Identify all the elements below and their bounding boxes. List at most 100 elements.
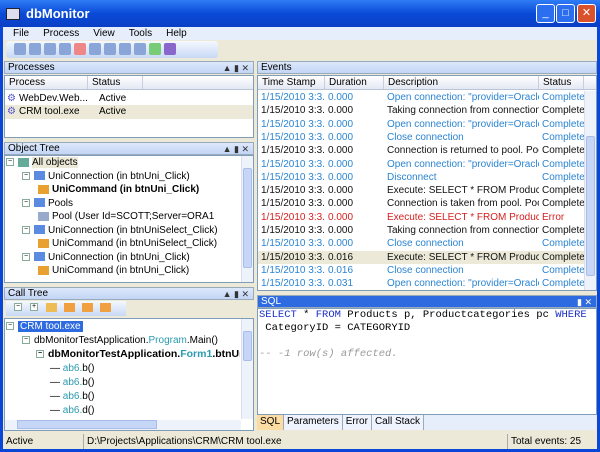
tree-node[interactable]: Pool (User Id=SCOTT;Server=ORA1 [38, 210, 214, 224]
minimize-button[interactable]: _ [536, 4, 555, 23]
event-row[interactable]: 1/15/2010 3:3... 0.000 Execute: SELECT * F… [258, 211, 584, 225]
events-columns: Time Stamp Duration Description Status [258, 76, 596, 90]
call-node[interactable]: — ab6.b() [50, 362, 94, 376]
process-status: Active [98, 93, 127, 104]
tree-node[interactable]: UniCommand (in btnUni_Click) [38, 264, 189, 278]
event-row[interactable]: 1/15/2010 3:3... 0.000 Close connection Com… [258, 131, 584, 145]
filter-icon[interactable] [119, 43, 131, 55]
sql-tabs: SQL Parameters Error Call Stack [257, 415, 596, 430]
col-process[interactable]: Process [5, 76, 88, 89]
option1-icon[interactable] [64, 303, 75, 312]
event-description: Connection is returned to pool. Pool ha.… [387, 145, 539, 157]
menu-tools[interactable]: Tools [129, 27, 152, 40]
call-node[interactable]: −dbMonitorTestApplication.Form1.btnUni_C… [36, 348, 240, 362]
call-node[interactable]: − dbMonitorTestApplication.Program.Main() [22, 334, 218, 348]
event-row[interactable]: 1/15/2010 3:3... 0.000 Open connection: "p… [258, 158, 584, 172]
event-status: Complete [542, 105, 584, 117]
col-timestamp[interactable]: Time Stamp [258, 76, 325, 89]
call-node[interactable]: — ab6.b() [50, 390, 94, 404]
pane-controls[interactable]: ▮ ✕ [577, 296, 592, 308]
menu-help[interactable]: Help [166, 27, 187, 40]
event-row[interactable]: 1/15/2010 3:3... 0.016 Execute: SELECT * F… [258, 250, 584, 265]
col-status[interactable]: Status [88, 76, 143, 89]
event-row[interactable]: 1/15/2010 3:3... 0.000 Open connection: "p… [258, 91, 584, 105]
delete-icon[interactable] [74, 43, 86, 55]
collapse-icon[interactable]: − [22, 171, 30, 180]
event-duration: 0.000 [328, 198, 354, 210]
tree-node[interactable]: − UniConnection (in btnUniSelect_Click) [22, 224, 218, 238]
view-icon[interactable] [104, 43, 116, 55]
object-tree-scrollbar[interactable] [241, 156, 253, 282]
collapse-icon[interactable]: − [22, 252, 30, 261]
collapse-icon[interactable]: − [14, 303, 22, 311]
clear-icon[interactable] [89, 43, 101, 55]
col-status[interactable]: Status [539, 76, 584, 89]
tab-parameters[interactable]: Parameters [284, 415, 343, 430]
event-row[interactable]: 1/15/2010 3:3... 0.000 Open connection: "p… [258, 118, 584, 132]
pane-title: Processes [8, 62, 55, 73]
process-row[interactable]: ⚙ CRM tool.exe Active [5, 105, 253, 119]
menu-process[interactable]: Process [43, 27, 79, 40]
tree-node[interactable]: − UniConnection (in btnUni_Click) [22, 251, 190, 265]
event-row[interactable]: 1/15/2010 3:3... 0.000 Disconnect Complete [258, 171, 584, 185]
node-icon [34, 171, 45, 181]
goto-icon[interactable] [46, 303, 57, 312]
tree-node[interactable]: − All objects [6, 156, 78, 170]
event-row[interactable]: 1/15/2010 3:3... 0.000 Connection is taken… [258, 197, 584, 211]
pane-title: Call Tree [8, 288, 49, 299]
col-duration[interactable]: Duration [325, 76, 384, 89]
tree-node[interactable]: UniCommand (in btnUniSelect_Click) [38, 237, 217, 251]
event-time: 1/15/2010 3:3... [261, 92, 325, 103]
sql-line-2: CategoryID = CATEGORYID [259, 322, 411, 334]
pause-icon[interactable] [59, 43, 71, 55]
process-row[interactable]: ⚙ WebDev.Web... Active [7, 92, 126, 106]
sql-comment: -- -1 row(s) affected. [259, 348, 398, 360]
call-node[interactable]: — ab6.d() [50, 404, 94, 418]
call-tree-hscroll[interactable] [5, 420, 241, 430]
close-button[interactable]: ✕ [577, 4, 596, 23]
event-duration: 0.000 [328, 131, 354, 143]
expand-icon[interactable]: + [30, 303, 38, 311]
event-duration: 0.031 [328, 278, 354, 290]
process-name: CRM tool.exe [18, 106, 80, 117]
event-duration: 0.000 [328, 158, 354, 170]
pane-controls[interactable]: ▲ ▮ ✕ [223, 62, 249, 74]
collapse-icon[interactable]: − [22, 198, 30, 207]
menu-file[interactable]: File [13, 27, 29, 40]
maximize-button[interactable]: □ [556, 4, 575, 23]
call-tree-root[interactable]: CRM tool.exe [18, 321, 83, 332]
tab-call-stack[interactable]: Call Stack [371, 415, 424, 430]
save-icon[interactable] [14, 43, 26, 55]
tree-node[interactable]: − Pools [22, 197, 73, 211]
node-label: Pools [48, 197, 74, 209]
event-row[interactable]: 1/15/2010 3:3... 0.000 Execute: SELECT * F… [258, 184, 584, 198]
save-as-icon[interactable] [29, 43, 41, 55]
tab-error[interactable]: Error [342, 415, 372, 430]
option3-icon[interactable] [100, 303, 111, 312]
col-description[interactable]: Description [384, 76, 539, 89]
option2-icon[interactable] [82, 303, 93, 312]
window-icon[interactable] [134, 43, 146, 55]
menu-view[interactable]: View [93, 27, 115, 40]
event-row[interactable]: 1/15/2010 3:3... 0.000 Taking connection f… [258, 224, 584, 238]
collapse-icon[interactable]: − [6, 158, 14, 167]
event-row[interactable]: 1/15/2010 3:3... 0.000 Connection is retur… [258, 144, 584, 158]
pane-controls[interactable]: ▲ ▮ ✕ [223, 288, 249, 300]
tab-sql[interactable]: SQL [257, 415, 285, 430]
pane-controls[interactable]: ▲ ▮ ✕ [223, 143, 249, 155]
collapse-icon[interactable]: − [22, 225, 30, 234]
refresh-icon[interactable] [149, 43, 161, 55]
events-scrollbar[interactable] [584, 91, 596, 290]
event-row[interactable]: 1/15/2010 3:3... 0.016 Close connection Com… [258, 264, 584, 278]
help-icon[interactable] [164, 43, 176, 55]
status-state: Active [6, 436, 34, 447]
call-node[interactable]: — ab6.b() [50, 376, 94, 390]
tree-node[interactable]: UniCommand (in btnUni_Click) [38, 183, 199, 197]
event-row[interactable]: 1/15/2010 3:3... 0.000 Close connection Com… [258, 237, 584, 251]
event-row[interactable]: 1/15/2010 3:3... 0.031 Open connection: "p… [258, 277, 584, 291]
tree-node[interactable]: − UniConnection (in btnUni_Click) [22, 170, 190, 184]
event-status: Complete [542, 158, 584, 170]
stop-icon[interactable] [44, 43, 56, 55]
call-tree-vscroll[interactable] [241, 319, 253, 419]
event-row[interactable]: 1/15/2010 3:3... 0.000 Taking connection f… [258, 104, 584, 118]
